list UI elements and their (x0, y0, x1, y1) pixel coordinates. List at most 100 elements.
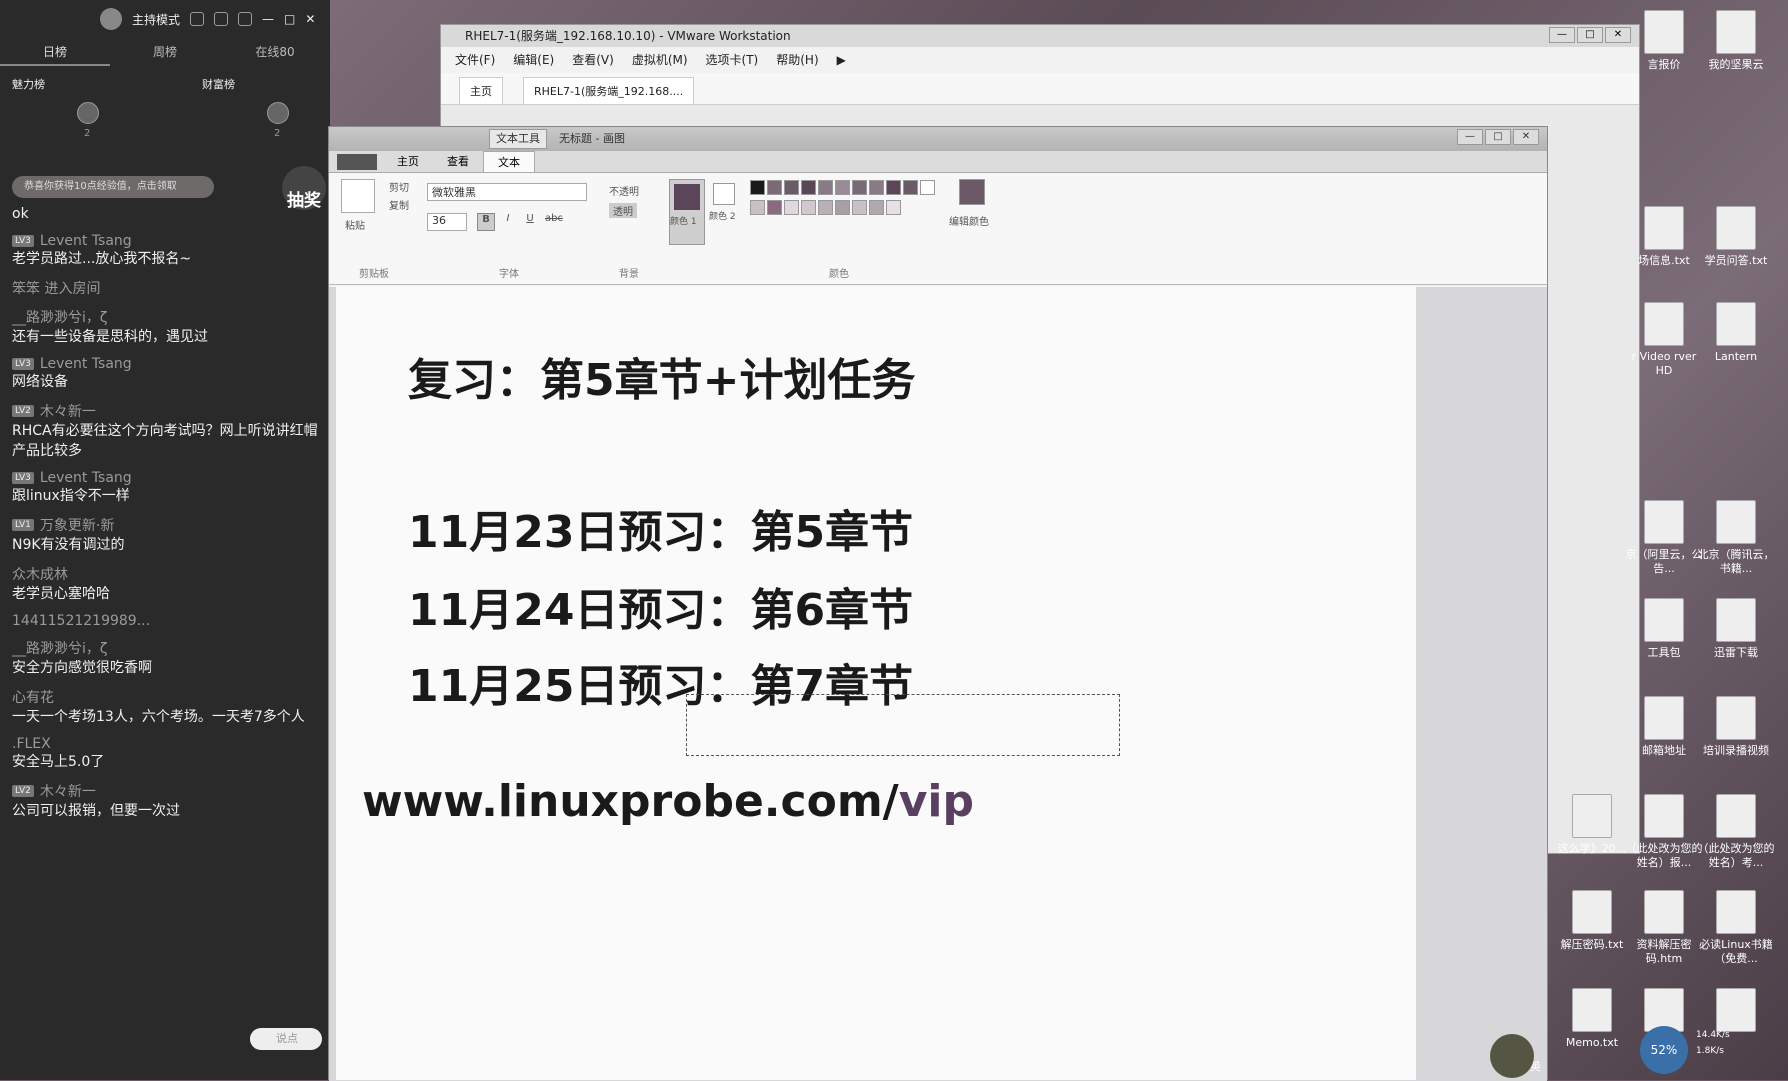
message-user[interactable]: LV3 Levent Tsang (12, 470, 318, 486)
text-selection-box[interactable] (686, 694, 1120, 756)
desktop-icon[interactable]: 邮箱地址 (1624, 696, 1704, 758)
desktop-icon[interactable]: 这么学》20... (1552, 794, 1632, 856)
context-tab[interactable]: 文本工具 (489, 129, 547, 149)
desktop-icon[interactable]: 迅雷下载 (1696, 598, 1776, 660)
desktop-icon[interactable]: 北京（腾讯云，书籍... (1696, 500, 1776, 576)
desktop-icon[interactable]: 京（阿里云，公告... (1624, 500, 1704, 576)
desktop-icon[interactable]: Memo.txt (1552, 988, 1632, 1050)
minimize-button[interactable]: — (1549, 27, 1575, 43)
color-swatch[interactable] (801, 200, 816, 215)
message-user[interactable]: LV3 Levent Tsang (12, 356, 318, 372)
desktop-icon[interactable]: （此处改为您的姓名）考... (1696, 794, 1776, 870)
chat-input[interactable]: 说点 (250, 1028, 322, 1050)
message-user[interactable]: 众木成林 (12, 564, 318, 584)
transparent-option[interactable]: 透明 (609, 203, 637, 218)
opaque-option[interactable]: 不透明 (609, 183, 639, 198)
color-swatch[interactable] (852, 200, 867, 215)
cpu-meter[interactable]: 52% (1640, 1026, 1688, 1074)
color-swatch[interactable] (869, 200, 884, 215)
message-user[interactable]: 14411521219989... (12, 613, 318, 629)
menu-help[interactable]: 帮助(H) (776, 47, 818, 73)
exp-reward-banner[interactable]: 恭喜你获得10点经验值，点击领取 (12, 176, 214, 198)
message-user[interactable]: .FLEX (12, 736, 318, 752)
settings-icon[interactable] (190, 12, 205, 26)
menu-icon[interactable] (238, 12, 253, 26)
color-swatch[interactable] (852, 180, 867, 195)
desktop-icon[interactable]: 我的坚果云 (1696, 10, 1776, 72)
maximize-button[interactable]: □ (1577, 27, 1603, 43)
tab-daily[interactable]: 日榜 (0, 38, 110, 66)
color-swatch[interactable] (750, 200, 765, 215)
color-swatch[interactable] (767, 200, 782, 215)
strikethrough-button[interactable]: abc (543, 213, 565, 231)
color1-button[interactable]: 颜色 1 (669, 179, 705, 245)
desktop-icon[interactable]: （此处改为您的姓名）报... (1624, 794, 1704, 870)
edit-colors-button[interactable]: 编辑颜色 (949, 213, 989, 228)
tab-text[interactable]: 文本 (483, 151, 535, 172)
tab-home[interactable]: 主页 (459, 77, 503, 104)
drawing-canvas[interactable]: 复习：第5章节+计划任务 11月23日预习：第5章节 11月24日预习：第6章节… (336, 286, 1416, 1080)
color-swatch[interactable] (835, 200, 850, 215)
edit-colors-icon[interactable] (959, 179, 985, 205)
maximize-icon[interactable]: □ (284, 12, 295, 26)
desktop-icon[interactable]: 必读Linux书籍（免费... (1696, 890, 1776, 966)
color-swatch[interactable] (784, 180, 799, 195)
message-user[interactable]: LV2 木々新一 (12, 401, 318, 421)
tab-view[interactable]: 查看 (433, 151, 483, 172)
desktop-icon[interactable]: 工具包 (1624, 598, 1704, 660)
message-user[interactable]: LV1 万象更新·新 (12, 515, 318, 535)
file-menu-button[interactable] (337, 154, 377, 170)
color-swatch[interactable] (818, 180, 833, 195)
message-user[interactable]: 心有花 (12, 687, 318, 707)
tab-vm[interactable]: RHEL7-1(服务端_192.168.... (523, 77, 695, 104)
desktop-icon[interactable]: 资料解压密码.htm (1624, 890, 1704, 966)
tab-home[interactable]: 主页 (383, 151, 433, 172)
play-icon[interactable]: ▶ (837, 47, 846, 73)
desktop-icon[interactable]: 学员问答.txt (1696, 206, 1776, 268)
color-swatch[interactable] (886, 180, 901, 195)
wealth-rank[interactable]: 财富榜 2 (202, 76, 302, 146)
color-swatch[interactable] (869, 180, 884, 195)
message-user[interactable]: LV3 Levent Tsang (12, 233, 318, 249)
paste-button[interactable]: 粘贴 (345, 217, 365, 232)
cut-button[interactable]: 剪切 (389, 179, 409, 194)
copy-button[interactable]: 复制 (389, 197, 409, 212)
desktop-icon[interactable]: Lantern (1696, 302, 1776, 364)
color2-button[interactable]: 颜色 2 (709, 179, 739, 245)
color-swatch[interactable] (750, 180, 765, 195)
color-swatch[interactable] (801, 180, 816, 195)
color-swatch[interactable] (920, 180, 935, 195)
message-user[interactable]: __路渺渺兮i，ζ (12, 307, 318, 327)
menu-vm[interactable]: 虚拟机(M) (632, 47, 688, 73)
font-family-select[interactable]: 微软雅黑 (427, 183, 587, 201)
paste-icon[interactable] (341, 179, 375, 213)
font-size-select[interactable]: 36 (427, 213, 467, 231)
italic-button[interactable]: I (499, 213, 517, 231)
menu-view[interactable]: 查看(V) (572, 47, 614, 73)
minimize-button[interactable]: — (1457, 129, 1483, 145)
maximize-button[interactable]: □ (1485, 129, 1511, 145)
color-swatch[interactable] (886, 200, 901, 215)
color-swatch[interactable] (818, 200, 833, 215)
close-button[interactable]: ✕ (1513, 129, 1539, 145)
desktop-icon[interactable]: r Video rver HD (1624, 302, 1704, 378)
message-user[interactable]: __路渺渺兮i，ζ (12, 638, 318, 658)
color-swatch[interactable] (767, 180, 782, 195)
charm-rank[interactable]: 魅力榜 2 (12, 76, 112, 146)
message-user[interactable]: LV2 木々新一 (12, 781, 318, 801)
menu-tabs[interactable]: 选项卡(T) (706, 47, 759, 73)
underline-button[interactable]: U (521, 213, 539, 231)
bold-button[interactable]: B (477, 213, 495, 231)
desktop-icon[interactable]: 解压密码.txt (1552, 890, 1632, 952)
share-icon[interactable] (214, 12, 229, 26)
menu-file[interactable]: 文件(F) (455, 47, 495, 73)
desktop-icon[interactable]: 培训录播视频 (1696, 696, 1776, 758)
menu-edit[interactable]: 编辑(E) (513, 47, 554, 73)
color-swatch[interactable] (903, 180, 918, 195)
tab-online[interactable]: 在线80 (220, 38, 330, 66)
color-swatch[interactable] (835, 180, 850, 195)
minimize-icon[interactable]: — (262, 12, 274, 26)
desktop-icon[interactable]: 场信息.txt (1624, 206, 1704, 268)
close-icon[interactable]: ✕ (305, 12, 315, 26)
desktop-icon[interactable]: 言报价 (1624, 10, 1704, 72)
